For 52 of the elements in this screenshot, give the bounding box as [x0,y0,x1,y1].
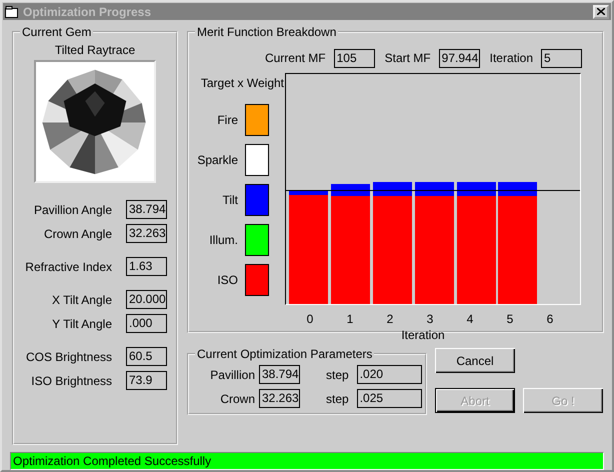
legend-label: ISO [217,273,238,287]
axis-tick-label: 3 [426,312,434,326]
readout-label: Start MF [384,51,431,65]
window-title: Optimization Progress [23,4,152,18]
value-field: .000 [126,314,167,333]
dialog-button[interactable]: Cancel [435,348,515,373]
readout-label: Current MF [264,51,326,65]
axis-tick-label: 1 [346,312,354,326]
close-icon [597,8,605,15]
group-title: Current Optimization Parameters [196,347,374,361]
legend-label: Sparkle [197,153,238,167]
group-title: Merit Function Breakdown [196,25,338,39]
field-label: Pavillion Angle [34,202,112,216]
readout-field: 97.944 [438,48,480,68]
step-field: .025 [356,389,422,408]
value-field: 38.794 [126,200,167,219]
legend-label: Fire [217,113,238,127]
field-label: COS Brightness [26,350,112,364]
parameter-field: 32.263 [259,389,300,408]
step-field: .020 [356,365,422,384]
readout-label: Iteration [490,51,533,65]
window-icon [5,6,19,18]
value-field: 32.263 [126,224,167,243]
field-label: Refractive Index [25,260,112,274]
parameter-label: Pavillion [209,368,255,382]
field-label: ISO Brightness [31,374,112,388]
value-field: 73.9 [126,371,167,390]
field-label: Crown Angle [44,226,112,240]
parameter-field: 38.794 [259,365,300,384]
legend-label: Tilt [222,193,238,207]
status-bar: Optimization Completed Successfully [10,452,604,470]
parameter-label: Crown [219,392,255,406]
image-caption: Tilted Raytrace [54,43,136,57]
readout-field: 105 [334,48,375,68]
axis-title: Iteration [401,328,445,342]
value-field: 60.5 [126,347,167,366]
value-field: 1.63 [126,257,167,276]
axis-tick-label: 5 [506,312,514,326]
legend-title: Target x Weight [200,76,284,90]
axis-tick-label: 0 [306,312,314,326]
step-label: step [326,392,349,406]
axis-tick-label: 6 [546,312,554,326]
axis-tick-label: 2 [386,312,394,326]
value-field: 20.000 [126,290,167,309]
close-button[interactable] [593,4,609,18]
legend-label: Illum. [209,233,238,247]
field-label: Y Tilt Angle [52,316,112,330]
group-title: Current Gem [21,25,92,39]
field-label: X Tilt Angle [52,292,112,306]
step-label: step [326,368,349,382]
readout-field: 5 [541,48,582,68]
axis-tick-label: 4 [466,312,474,326]
